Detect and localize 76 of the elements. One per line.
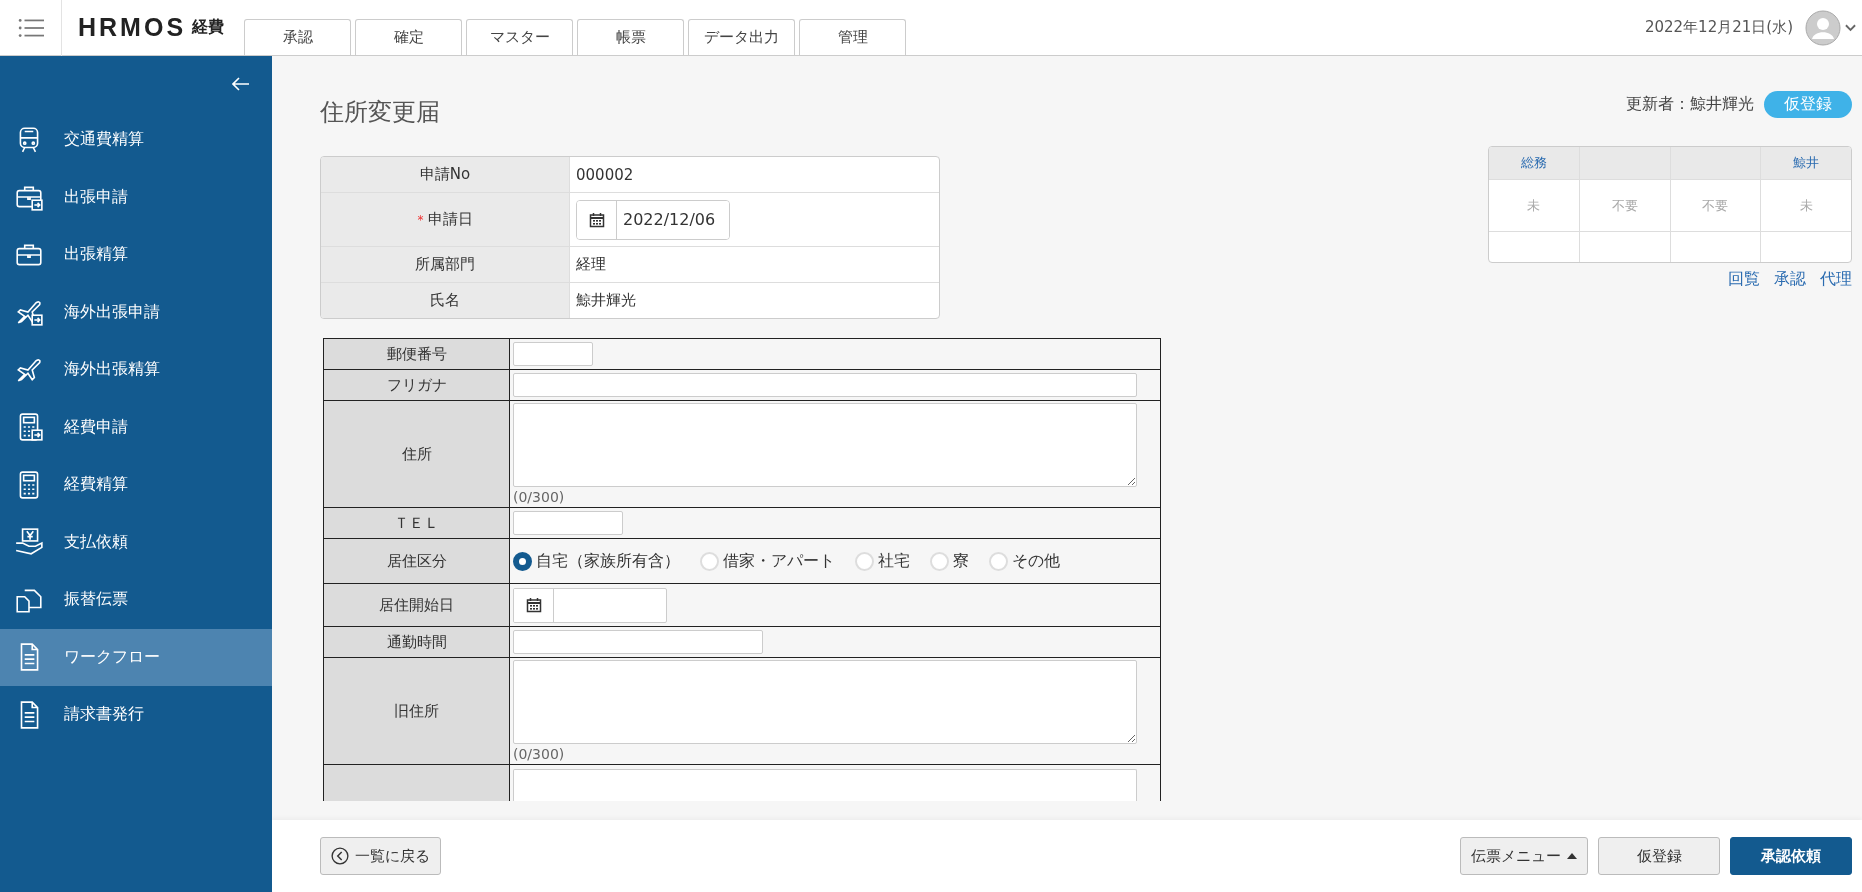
status-badge: 仮登録 — [1764, 91, 1852, 118]
menu-icon[interactable] — [17, 17, 44, 38]
field-label: 居住区分 — [324, 539, 510, 583]
calendar-icon — [588, 211, 605, 228]
character-counter: (0/300) — [513, 489, 565, 505]
radio-option[interactable]: その他 — [989, 550, 1060, 572]
sidebar-item[interactable]: 支払依頼 — [0, 513, 272, 571]
field-label: 申請No — [321, 157, 570, 192]
page-title: 住所変更届 — [320, 97, 441, 128]
approval-link[interactable]: 代理 — [1820, 269, 1852, 290]
field-value: 000002 — [576, 165, 634, 184]
nav-tab[interactable]: データ出力 — [688, 19, 796, 55]
sidebar-item[interactable]: 海外出張精算 — [0, 341, 272, 399]
field-label: 旧住所 — [324, 658, 510, 764]
sidebar-item[interactable]: 請求書発行 — [0, 686, 272, 744]
table-header-cell: 鯨井 — [1761, 147, 1851, 180]
sidebar-item[interactable]: 出張精算 — [0, 226, 272, 284]
nav-tab[interactable]: 承認 — [244, 19, 352, 55]
sidebar-item[interactable]: 交通費精算 — [0, 111, 272, 169]
field-label: 氏名 — [321, 283, 570, 318]
field-label: 郵便番号 — [324, 339, 510, 369]
field-value: 経理 — [576, 255, 606, 274]
approval-status-cell: 未 — [1761, 180, 1851, 232]
nav-tab[interactable]: 管理 — [799, 19, 907, 55]
field-label: フリガナ — [324, 370, 510, 400]
input-field[interactable] — [513, 373, 1137, 397]
logo: HRMOS — [78, 13, 187, 42]
current-date: 2022年12月21日(水) — [1644, 18, 1793, 37]
input-field[interactable] — [513, 511, 623, 535]
collapse-arrow-icon[interactable] — [232, 76, 250, 91]
date-field[interactable]: 2022/12/06 — [576, 199, 730, 240]
approval-link[interactable]: 回覧 — [1728, 269, 1760, 290]
field-label: 居住開始日 — [324, 584, 510, 626]
field-label: 所属部門 — [321, 247, 570, 282]
chevron-down-icon[interactable] — [1845, 23, 1856, 32]
approval-status-cell: 未 — [1489, 180, 1579, 232]
logo-subtitle: 経費 — [192, 17, 225, 38]
radio-option[interactable]: 自宅（家族所有含） — [513, 550, 680, 572]
input-field[interactable] — [513, 342, 593, 366]
sidebar-item[interactable]: 出張申請 — [0, 168, 272, 226]
sidebar-item[interactable]: ワークフロー — [0, 628, 272, 686]
calendar-icon — [525, 597, 542, 613]
field-label: 通勤時間 — [324, 627, 510, 657]
table-header-cell: 総務 — [1489, 147, 1579, 180]
approval-link[interactable]: 承認 — [1774, 269, 1806, 290]
calendar-button[interactable] — [577, 200, 617, 239]
back-circle-icon — [331, 847, 349, 865]
back-button[interactable]: 一覧に戻る — [320, 837, 441, 875]
radio-option[interactable]: 社宅 — [855, 550, 910, 572]
text-area[interactable] — [513, 403, 1137, 487]
nav-tab[interactable]: 確定 — [355, 19, 463, 55]
nav-tab[interactable]: 帳票 — [577, 19, 685, 55]
radio-option[interactable]: 借家・アパート — [700, 550, 835, 572]
slip-menu-button[interactable]: 伝票メニュー — [1460, 837, 1588, 875]
nav-tab[interactable]: マスター — [466, 19, 574, 55]
approval-status-cell: 不要 — [1670, 180, 1761, 232]
text-area[interactable] — [513, 769, 1137, 801]
input-field[interactable] — [513, 630, 763, 654]
radio-option[interactable]: 寮 — [930, 550, 969, 572]
text-area[interactable] — [513, 660, 1137, 744]
sidebar-item[interactable]: 経費精算 — [0, 456, 272, 514]
updater-label: 更新者：鯨井輝光 — [1626, 94, 1754, 115]
field-label: 住所 — [324, 401, 510, 507]
field-label: * 申請日 — [321, 193, 570, 246]
sidebar-item[interactable]: 振替伝票 — [0, 571, 272, 629]
sidebar-item[interactable]: 経費申請 — [0, 398, 272, 456]
sidebar-item[interactable]: 海外出張申請 — [0, 283, 272, 341]
calendar-button[interactable] — [514, 588, 554, 622]
date-field[interactable] — [513, 587, 667, 623]
save-draft-button[interactable]: 仮登録 — [1598, 837, 1720, 875]
character-counter: (0/300) — [513, 746, 565, 762]
field-value: 鯨井輝光 — [576, 291, 636, 310]
approval-status-cell: 不要 — [1579, 180, 1670, 232]
caret-up-icon — [1567, 853, 1577, 859]
submit-button[interactable]: 承認依頼 — [1730, 837, 1852, 875]
field-label: ＴＥＬ — [324, 508, 510, 538]
